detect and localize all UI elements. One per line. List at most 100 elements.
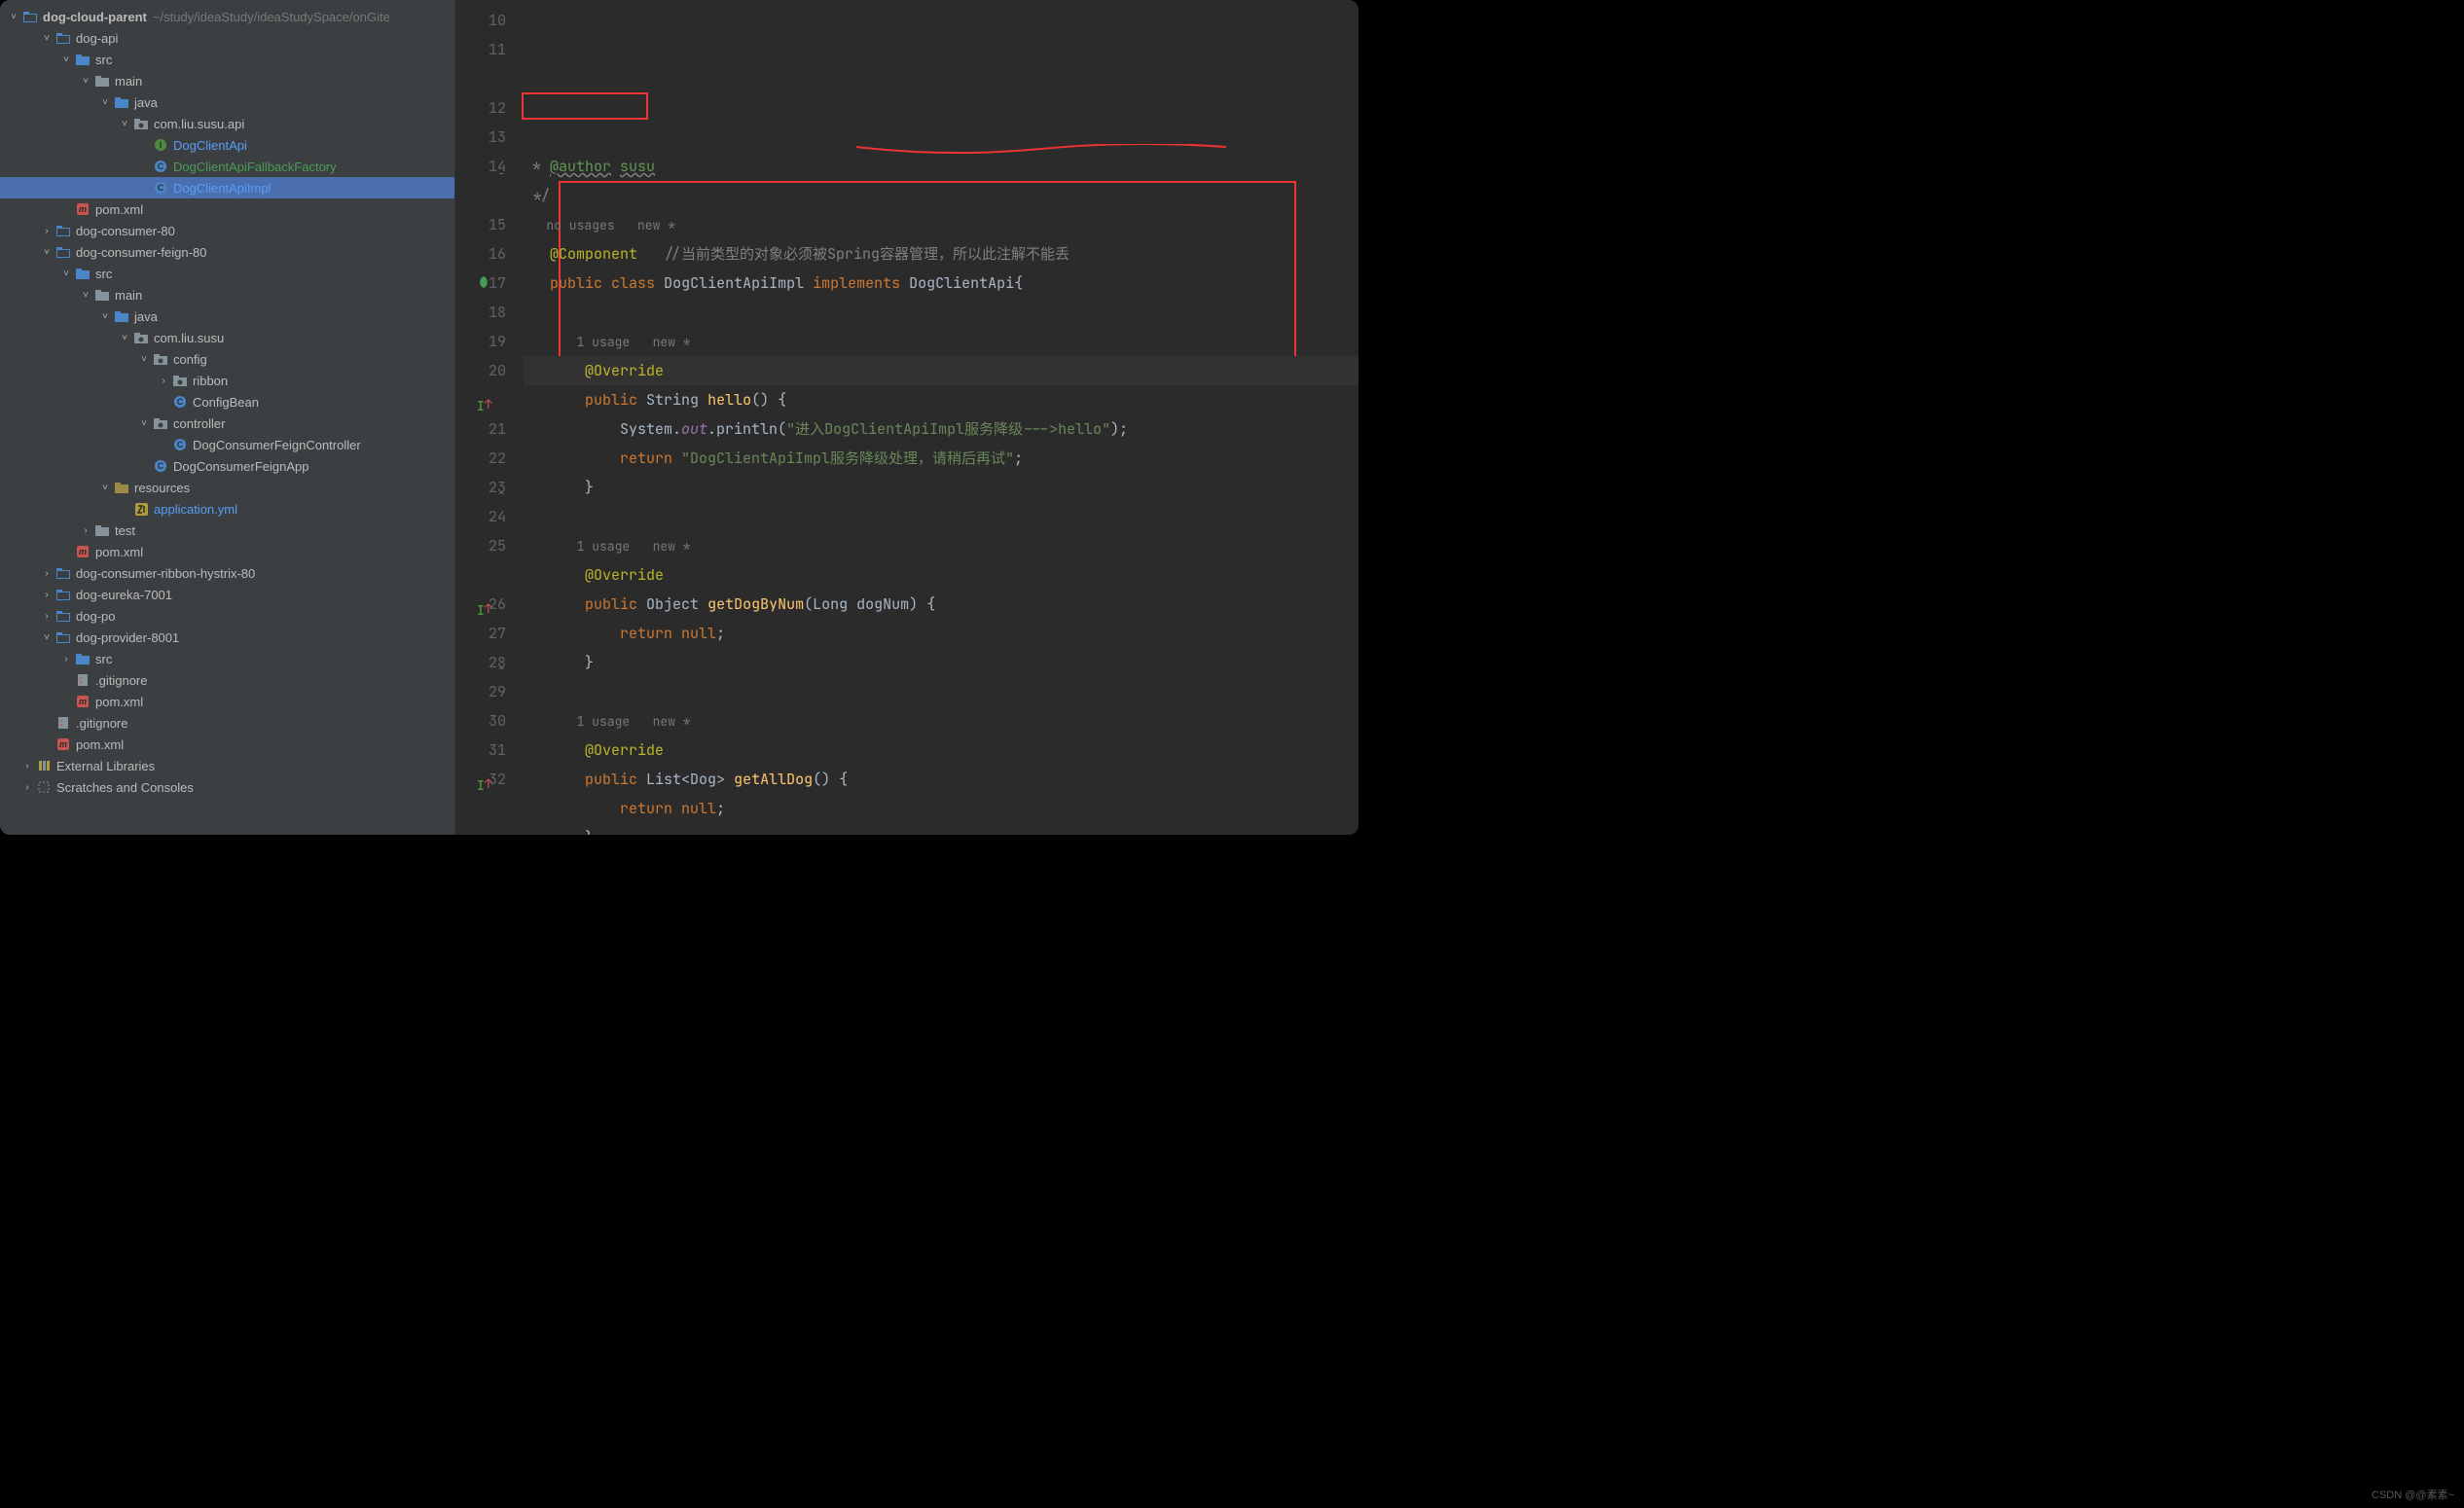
fold-marker-icon[interactable]: ⌃	[498, 656, 505, 685]
code-line[interactable]: 1 usage new *	[524, 706, 1359, 736]
tree-item[interactable]: ·CDogClientApiImpl	[0, 177, 454, 198]
code-line[interactable]: - * @author susu	[524, 152, 1359, 181]
chevron-icon[interactable]: ˅	[58, 269, 74, 279]
tree-item[interactable]: ·IDogClientApi	[0, 134, 454, 156]
code-line[interactable]: ⌃ }	[524, 823, 1359, 835]
chevron-icon[interactable]: ˅	[117, 333, 132, 343]
tree-item[interactable]: ›dog-eureka-7001	[0, 584, 454, 605]
chevron-icon[interactable]: ˅	[78, 290, 93, 301]
code-line[interactable]: ⌃ }	[524, 473, 1359, 502]
chevron-icon[interactable]: ˅	[39, 632, 54, 643]
chevron-icon[interactable]: ›	[39, 611, 54, 622]
code-line[interactable]	[524, 502, 1359, 531]
tree-item[interactable]: ·mpom.xml	[0, 734, 454, 755]
chevron-icon[interactable]: ˅	[39, 33, 54, 44]
chevron-icon[interactable]: ›	[156, 376, 171, 386]
tree-item[interactable]: ˅resources	[0, 477, 454, 498]
tree-item[interactable]: ·CConfigBean	[0, 391, 454, 413]
tree-item[interactable]: ·.gitignore	[0, 669, 454, 691]
tree-item[interactable]: ›src	[0, 648, 454, 669]
chevron-icon[interactable]: ˅	[97, 311, 113, 322]
tree-item[interactable]: ˅controller	[0, 413, 454, 434]
tree-item[interactable]: ·mpom.xml	[0, 691, 454, 712]
fold-marker-icon[interactable]: ⌃	[498, 831, 505, 835]
file-icon	[152, 351, 169, 367]
tree-item[interactable]: ˅config	[0, 348, 454, 370]
code-line[interactable]	[524, 677, 1359, 706]
tree-item[interactable]: ˅dog-api	[0, 27, 454, 49]
tree-label: application.yml	[154, 502, 237, 517]
fold-marker-icon[interactable]: -	[498, 160, 505, 189]
tree-item[interactable]: ˅dog-provider-8001	[0, 627, 454, 648]
tree-item[interactable]: ›External Libraries	[0, 755, 454, 776]
code-line[interactable]: ⌃ }	[524, 648, 1359, 677]
chevron-icon[interactable]: ›	[19, 782, 35, 793]
chevron-icon[interactable]: ›	[78, 525, 93, 536]
tree-item[interactable]: ·application.yml	[0, 498, 454, 520]
chevron-icon[interactable]: ›	[39, 226, 54, 236]
chevron-icon[interactable]: ˅	[136, 418, 152, 429]
tree-label: test	[115, 523, 135, 538]
code-line[interactable]: @Override	[524, 560, 1359, 590]
chevron-icon[interactable]: ˅	[136, 354, 152, 365]
chevron-icon[interactable]: ˅	[97, 97, 113, 108]
tree-label: com.liu.susu.api	[154, 117, 244, 131]
code-line[interactable]: I↑ public List<Dog> getAllDog() {	[524, 765, 1359, 794]
implements-icon[interactable]: I↑	[477, 772, 490, 785]
tree-item[interactable]: ˅main	[0, 70, 454, 91]
implements-icon[interactable]: I↑	[477, 392, 490, 406]
tree-item[interactable]: ˅java	[0, 305, 454, 327]
tree-item[interactable]: ·CDogConsumerFeignController	[0, 434, 454, 455]
chevron-icon[interactable]: ›	[39, 568, 54, 579]
file-icon	[74, 266, 91, 281]
tree-item[interactable]: ˅src	[0, 49, 454, 70]
code-line[interactable]: no usages new *	[524, 210, 1359, 239]
tree-item[interactable]: ·CDogClientApiFallbackFactory	[0, 156, 454, 177]
tree-item[interactable]: ˅java	[0, 91, 454, 113]
tree-item[interactable]: ˅main	[0, 284, 454, 305]
tree-item[interactable]: ›dog-po	[0, 605, 454, 627]
chevron-icon[interactable]: ˅	[39, 247, 54, 258]
tree-item[interactable]: ›Scratches and Consoles	[0, 776, 454, 798]
fold-marker-icon[interactable]: ⌃	[498, 481, 505, 510]
project-root[interactable]: ˅dog-cloud-parent~/study/ideaStudy/ideaS…	[0, 6, 454, 27]
code-line[interactable]: @Override	[524, 736, 1359, 765]
code-line[interactable]: 1 usage new *	[524, 531, 1359, 560]
tree-item[interactable]: ·CDogConsumerFeignApp	[0, 455, 454, 477]
chevron-icon[interactable]: ˅	[78, 76, 93, 87]
project-tree[interactable]: ˅dog-cloud-parent~/study/ideaStudy/ideaS…	[0, 0, 454, 835]
tree-item[interactable]: ˅dog-consumer-feign-80	[0, 241, 454, 263]
code-line[interactable]: System.out.println("进入DogClientApiImpl服务…	[524, 414, 1359, 444]
tree-item[interactable]: ·.gitignore	[0, 712, 454, 734]
chevron-icon[interactable]: ›	[58, 654, 74, 664]
code-editor[interactable]: 1011121314151617181920212223242526272829…	[455, 0, 1359, 835]
tree-item[interactable]: ·mpom.xml	[0, 198, 454, 220]
code-line[interactable]	[524, 298, 1359, 327]
tree-item[interactable]: ›dog-consumer-ribbon-hystrix-80	[0, 562, 454, 584]
code-line[interactable]: I↑ public String hello() {	[524, 385, 1359, 414]
implements-icon[interactable]: I↑	[477, 596, 490, 610]
code-line[interactable]: */	[524, 181, 1359, 210]
project-sidebar[interactable]: ˅dog-cloud-parent~/study/ideaStudy/ideaS…	[0, 0, 455, 835]
chevron-icon[interactable]: ˅	[58, 54, 74, 65]
code-area[interactable]: - * @author susu */ no usages new * @Com…	[524, 0, 1359, 835]
tree-item[interactable]: ˅com.liu.susu	[0, 327, 454, 348]
tree-item[interactable]: ˅src	[0, 263, 454, 284]
code-line[interactable]: I↑ public Object getDogByNum(Long dogNum…	[524, 590, 1359, 619]
tree-item[interactable]: › test	[0, 520, 454, 541]
tree-item[interactable]: ˅ com.liu.susu.api	[0, 113, 454, 134]
code-line[interactable]: 1 usage new *	[524, 327, 1359, 356]
code-line[interactable]: return null;	[524, 794, 1359, 823]
chevron-icon[interactable]: ˅	[97, 483, 113, 493]
chevron-icon[interactable]: ˅	[117, 119, 132, 129]
code-line[interactable]: return null;	[524, 619, 1359, 648]
tree-item[interactable]: ·mpom.xml	[0, 541, 454, 562]
tree-item[interactable]: ›ribbon	[0, 370, 454, 391]
chevron-icon[interactable]: ›	[19, 761, 35, 772]
code-line[interactable]: return "DogClientApiImpl服务降级处理，请稍后再试";	[524, 444, 1359, 473]
chevron-icon[interactable]: ›	[39, 590, 54, 600]
code-line[interactable]: public class DogClientApiImpl implements…	[524, 269, 1359, 298]
tree-item[interactable]: ›dog-consumer-80	[0, 220, 454, 241]
code-line[interactable]: @Component //当前类型的对象必须被Spring容器管理，所以此注解不…	[524, 239, 1359, 269]
code-line[interactable]: @Override	[524, 356, 1359, 385]
